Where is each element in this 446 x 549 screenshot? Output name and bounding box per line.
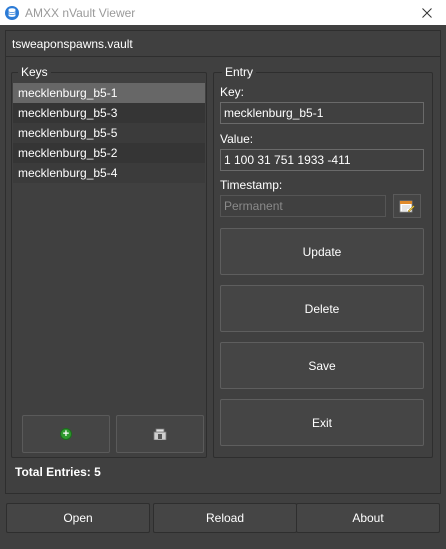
entry-group: Entry Key: mecklenburg_b5-1 Value: 1 100… [213,65,433,458]
timestamp-button[interactable] [393,194,421,218]
reload-button[interactable]: Reload [153,503,297,533]
close-icon [422,7,432,18]
value-label: Value: [220,132,254,146]
database-icon [5,5,19,20]
update-button[interactable]: Update [220,228,424,275]
list-item[interactable]: mecklenburg_b5-2 [13,143,205,163]
total-entries: Total Entries: 5 [15,465,101,479]
vault-file-name: tsweaponspawns.vault [6,31,440,57]
title-bar: AMXX nVault Viewer [0,0,446,25]
about-button[interactable]: About [296,503,440,533]
key-label: Key: [220,85,245,99]
timestamp-field: Permanent [220,195,386,217]
list-item[interactable]: mecklenburg_b5-1 [13,83,205,103]
calendar-edit-icon [399,200,415,213]
remove-key-button[interactable] [116,415,204,453]
keys-group-title: Keys [18,65,51,79]
delete-button[interactable]: Delete [220,285,424,332]
list-item[interactable]: mecklenburg_b5-4 [13,163,205,183]
list-item[interactable]: mecklenburg_b5-5 [13,123,205,143]
trash-icon [153,428,167,440]
list-item[interactable]: mecklenburg_b5-3 [13,103,205,123]
window-title: AMXX nVault Viewer [25,5,136,20]
main-panel: tsweaponspawns.vault Keys mecklenburg_b5… [5,30,441,494]
close-button[interactable] [408,0,446,25]
exit-button[interactable]: Exit [220,399,424,446]
entry-group-title: Entry [222,65,257,79]
key-field[interactable]: mecklenburg_b5-1 [220,102,424,124]
key-list[interactable]: mecklenburg_b5-1 mecklenburg_b5-3 meckle… [13,83,205,183]
keys-group: Keys mecklenburg_b5-1 mecklenburg_b5-3 m… [11,65,207,458]
add-key-button[interactable]: + [22,415,110,453]
timestamp-label: Timestamp: [220,178,283,192]
add-circle-icon: + [60,428,72,440]
open-button[interactable]: Open [6,503,150,533]
value-field[interactable]: 1 100 31 751 1933 -411 [220,149,424,171]
save-button[interactable]: Save [220,342,424,389]
